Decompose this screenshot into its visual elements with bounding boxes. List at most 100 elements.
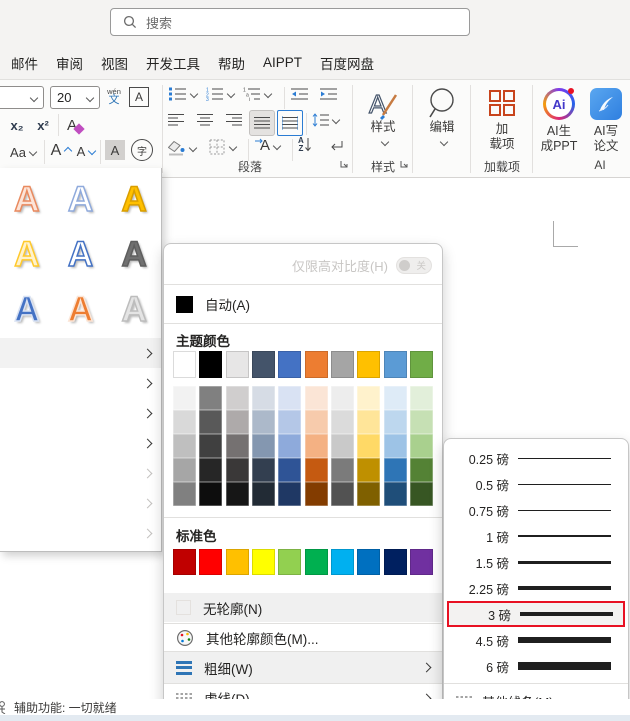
standard-color-swatch[interactable] bbox=[410, 549, 433, 575]
theme-variant-swatch[interactable] bbox=[383, 434, 407, 458]
theme-variant-swatch[interactable] bbox=[357, 386, 381, 410]
theme-variant-swatch[interactable] bbox=[410, 482, 433, 506]
theme-variant-swatch[interactable] bbox=[199, 482, 223, 506]
theme-variant-swatch[interactable] bbox=[383, 386, 407, 410]
theme-variant-swatch[interactable] bbox=[173, 434, 196, 458]
font-name-combo[interactable] bbox=[0, 86, 44, 109]
theme-variant-swatch[interactable] bbox=[225, 482, 249, 506]
paragraph-mark-button[interactable] bbox=[328, 139, 345, 154]
theme-color-swatch[interactable] bbox=[199, 351, 223, 378]
theme-variant-swatch[interactable] bbox=[199, 434, 223, 458]
phonetic-guide-button[interactable]: wén 文 bbox=[103, 84, 125, 110]
weight-item[interactable]: 粗细(W) bbox=[164, 652, 442, 683]
more-outline-colors-item[interactable]: 其他轮廓颜色(M)... bbox=[164, 624, 442, 651]
theme-variant-swatch[interactable] bbox=[410, 458, 433, 482]
theme-variant-swatch[interactable] bbox=[357, 434, 381, 458]
sort-button[interactable]: AZ bbox=[298, 137, 312, 153]
theme-variant-swatch[interactable] bbox=[410, 386, 433, 410]
change-case-button[interactable]: Aa bbox=[6, 140, 40, 164]
no-outline-item[interactable]: 无轮廓(N) bbox=[164, 593, 442, 622]
standard-color-swatch[interactable] bbox=[331, 549, 354, 575]
shrink-font-button[interactable]: A bbox=[75, 138, 97, 164]
theme-color-swatch[interactable] bbox=[410, 351, 433, 378]
theme-variant-swatch[interactable] bbox=[173, 410, 196, 434]
standard-color-swatch[interactable] bbox=[225, 549, 249, 575]
wordart-style-gold-solid[interactable]: A bbox=[107, 172, 161, 227]
justify-button[interactable] bbox=[249, 110, 275, 136]
menu-tab[interactable]: AIPPT bbox=[254, 55, 311, 70]
distributed-button[interactable] bbox=[277, 110, 303, 136]
edit-button[interactable]: 编辑 bbox=[416, 86, 468, 172]
theme-variant-swatch[interactable] bbox=[252, 410, 275, 434]
theme-variant-swatch[interactable] bbox=[383, 458, 407, 482]
styles-dialog-launcher[interactable] bbox=[400, 160, 410, 170]
standard-color-swatch[interactable] bbox=[199, 549, 223, 575]
weight-option[interactable]: 4.5 磅 bbox=[447, 627, 625, 653]
wordart-style-gray-solid[interactable]: A bbox=[107, 227, 161, 282]
theme-variant-swatch[interactable] bbox=[225, 386, 249, 410]
wordart-style-orange-solid[interactable]: A bbox=[54, 282, 108, 337]
theme-variant-swatch[interactable] bbox=[383, 482, 407, 506]
wordart-style-yellow-outline[interactable]: A bbox=[0, 227, 54, 282]
wordart-menu-row[interactable] bbox=[0, 368, 161, 398]
theme-variant-swatch[interactable] bbox=[331, 458, 354, 482]
enclose-characters-button[interactable]: 字 bbox=[131, 139, 153, 161]
character-shading-button[interactable]: A bbox=[105, 140, 125, 160]
asian-layout-button[interactable]: A bbox=[255, 137, 282, 154]
theme-variant-swatch[interactable] bbox=[225, 458, 249, 482]
wordart-menu-row[interactable] bbox=[0, 428, 161, 458]
theme-variant-swatch[interactable] bbox=[357, 482, 381, 506]
standard-color-swatch[interactable] bbox=[173, 549, 196, 575]
weight-option[interactable]: 0.5 磅 bbox=[447, 471, 625, 497]
theme-variant-swatch[interactable] bbox=[252, 386, 275, 410]
align-right-button[interactable] bbox=[226, 113, 242, 127]
menu-tab[interactable]: 百度网盘 bbox=[311, 53, 383, 73]
standard-color-swatch[interactable] bbox=[278, 549, 302, 575]
theme-variant-swatch[interactable] bbox=[304, 410, 328, 434]
theme-variant-swatch[interactable] bbox=[278, 482, 302, 506]
theme-variant-swatch[interactable] bbox=[304, 386, 328, 410]
theme-color-swatch[interactable] bbox=[304, 351, 328, 378]
theme-variant-swatch[interactable] bbox=[173, 386, 196, 410]
theme-color-swatch[interactable] bbox=[252, 351, 275, 378]
theme-variant-swatch[interactable] bbox=[252, 458, 275, 482]
theme-color-swatch[interactable] bbox=[225, 351, 249, 378]
align-center-button[interactable] bbox=[197, 113, 213, 127]
theme-variant-swatch[interactable] bbox=[331, 410, 354, 434]
borders-button[interactable] bbox=[209, 139, 238, 155]
subscript-button[interactable]: x₂ bbox=[6, 114, 28, 136]
standard-color-swatch[interactable] bbox=[357, 549, 381, 575]
theme-variant-swatch[interactable] bbox=[278, 410, 302, 434]
theme-variant-swatch[interactable] bbox=[331, 482, 354, 506]
superscript-button[interactable]: x² bbox=[32, 114, 54, 136]
theme-variant-swatch[interactable] bbox=[173, 458, 196, 482]
theme-variant-swatch[interactable] bbox=[357, 458, 381, 482]
wordart-style-blue-outline[interactable]: A bbox=[54, 227, 108, 282]
menu-tab[interactable]: 邮件 bbox=[2, 53, 47, 73]
theme-color-swatch[interactable] bbox=[331, 351, 354, 378]
theme-variant-swatch[interactable] bbox=[357, 410, 381, 434]
wordart-style-silver-solid[interactable]: A bbox=[107, 282, 161, 337]
increase-indent-button[interactable] bbox=[320, 87, 337, 101]
high-contrast-toggle[interactable]: 关 bbox=[396, 256, 432, 274]
wordart-style-lightblue-outline[interactable]: A bbox=[54, 172, 108, 227]
paragraph-dialog-launcher[interactable] bbox=[340, 160, 350, 170]
wordart-menu-row[interactable] bbox=[0, 338, 161, 368]
menu-tab[interactable]: 审阅 bbox=[47, 53, 92, 73]
theme-variant-swatch[interactable] bbox=[304, 458, 328, 482]
theme-color-swatch[interactable] bbox=[357, 351, 381, 378]
menu-tab[interactable]: 帮助 bbox=[209, 53, 254, 73]
weight-option[interactable]: 3 磅 bbox=[447, 601, 625, 627]
weight-option[interactable]: 2.25 磅 bbox=[447, 575, 625, 601]
weight-option[interactable]: 6 磅 bbox=[447, 653, 625, 679]
theme-variant-swatch[interactable] bbox=[173, 482, 196, 506]
wordart-menu-row[interactable] bbox=[0, 398, 161, 428]
theme-variant-swatch[interactable] bbox=[331, 434, 354, 458]
menu-tab[interactable]: 开发工具 bbox=[137, 53, 209, 73]
theme-variant-swatch[interactable] bbox=[199, 386, 223, 410]
multilevel-list-button[interactable]: 1ai bbox=[243, 87, 273, 101]
menu-tab[interactable]: 视图 bbox=[92, 53, 137, 73]
theme-variant-swatch[interactable] bbox=[278, 386, 302, 410]
weight-option[interactable]: 0.25 磅 bbox=[447, 445, 625, 471]
theme-variant-swatch[interactable] bbox=[252, 482, 275, 506]
